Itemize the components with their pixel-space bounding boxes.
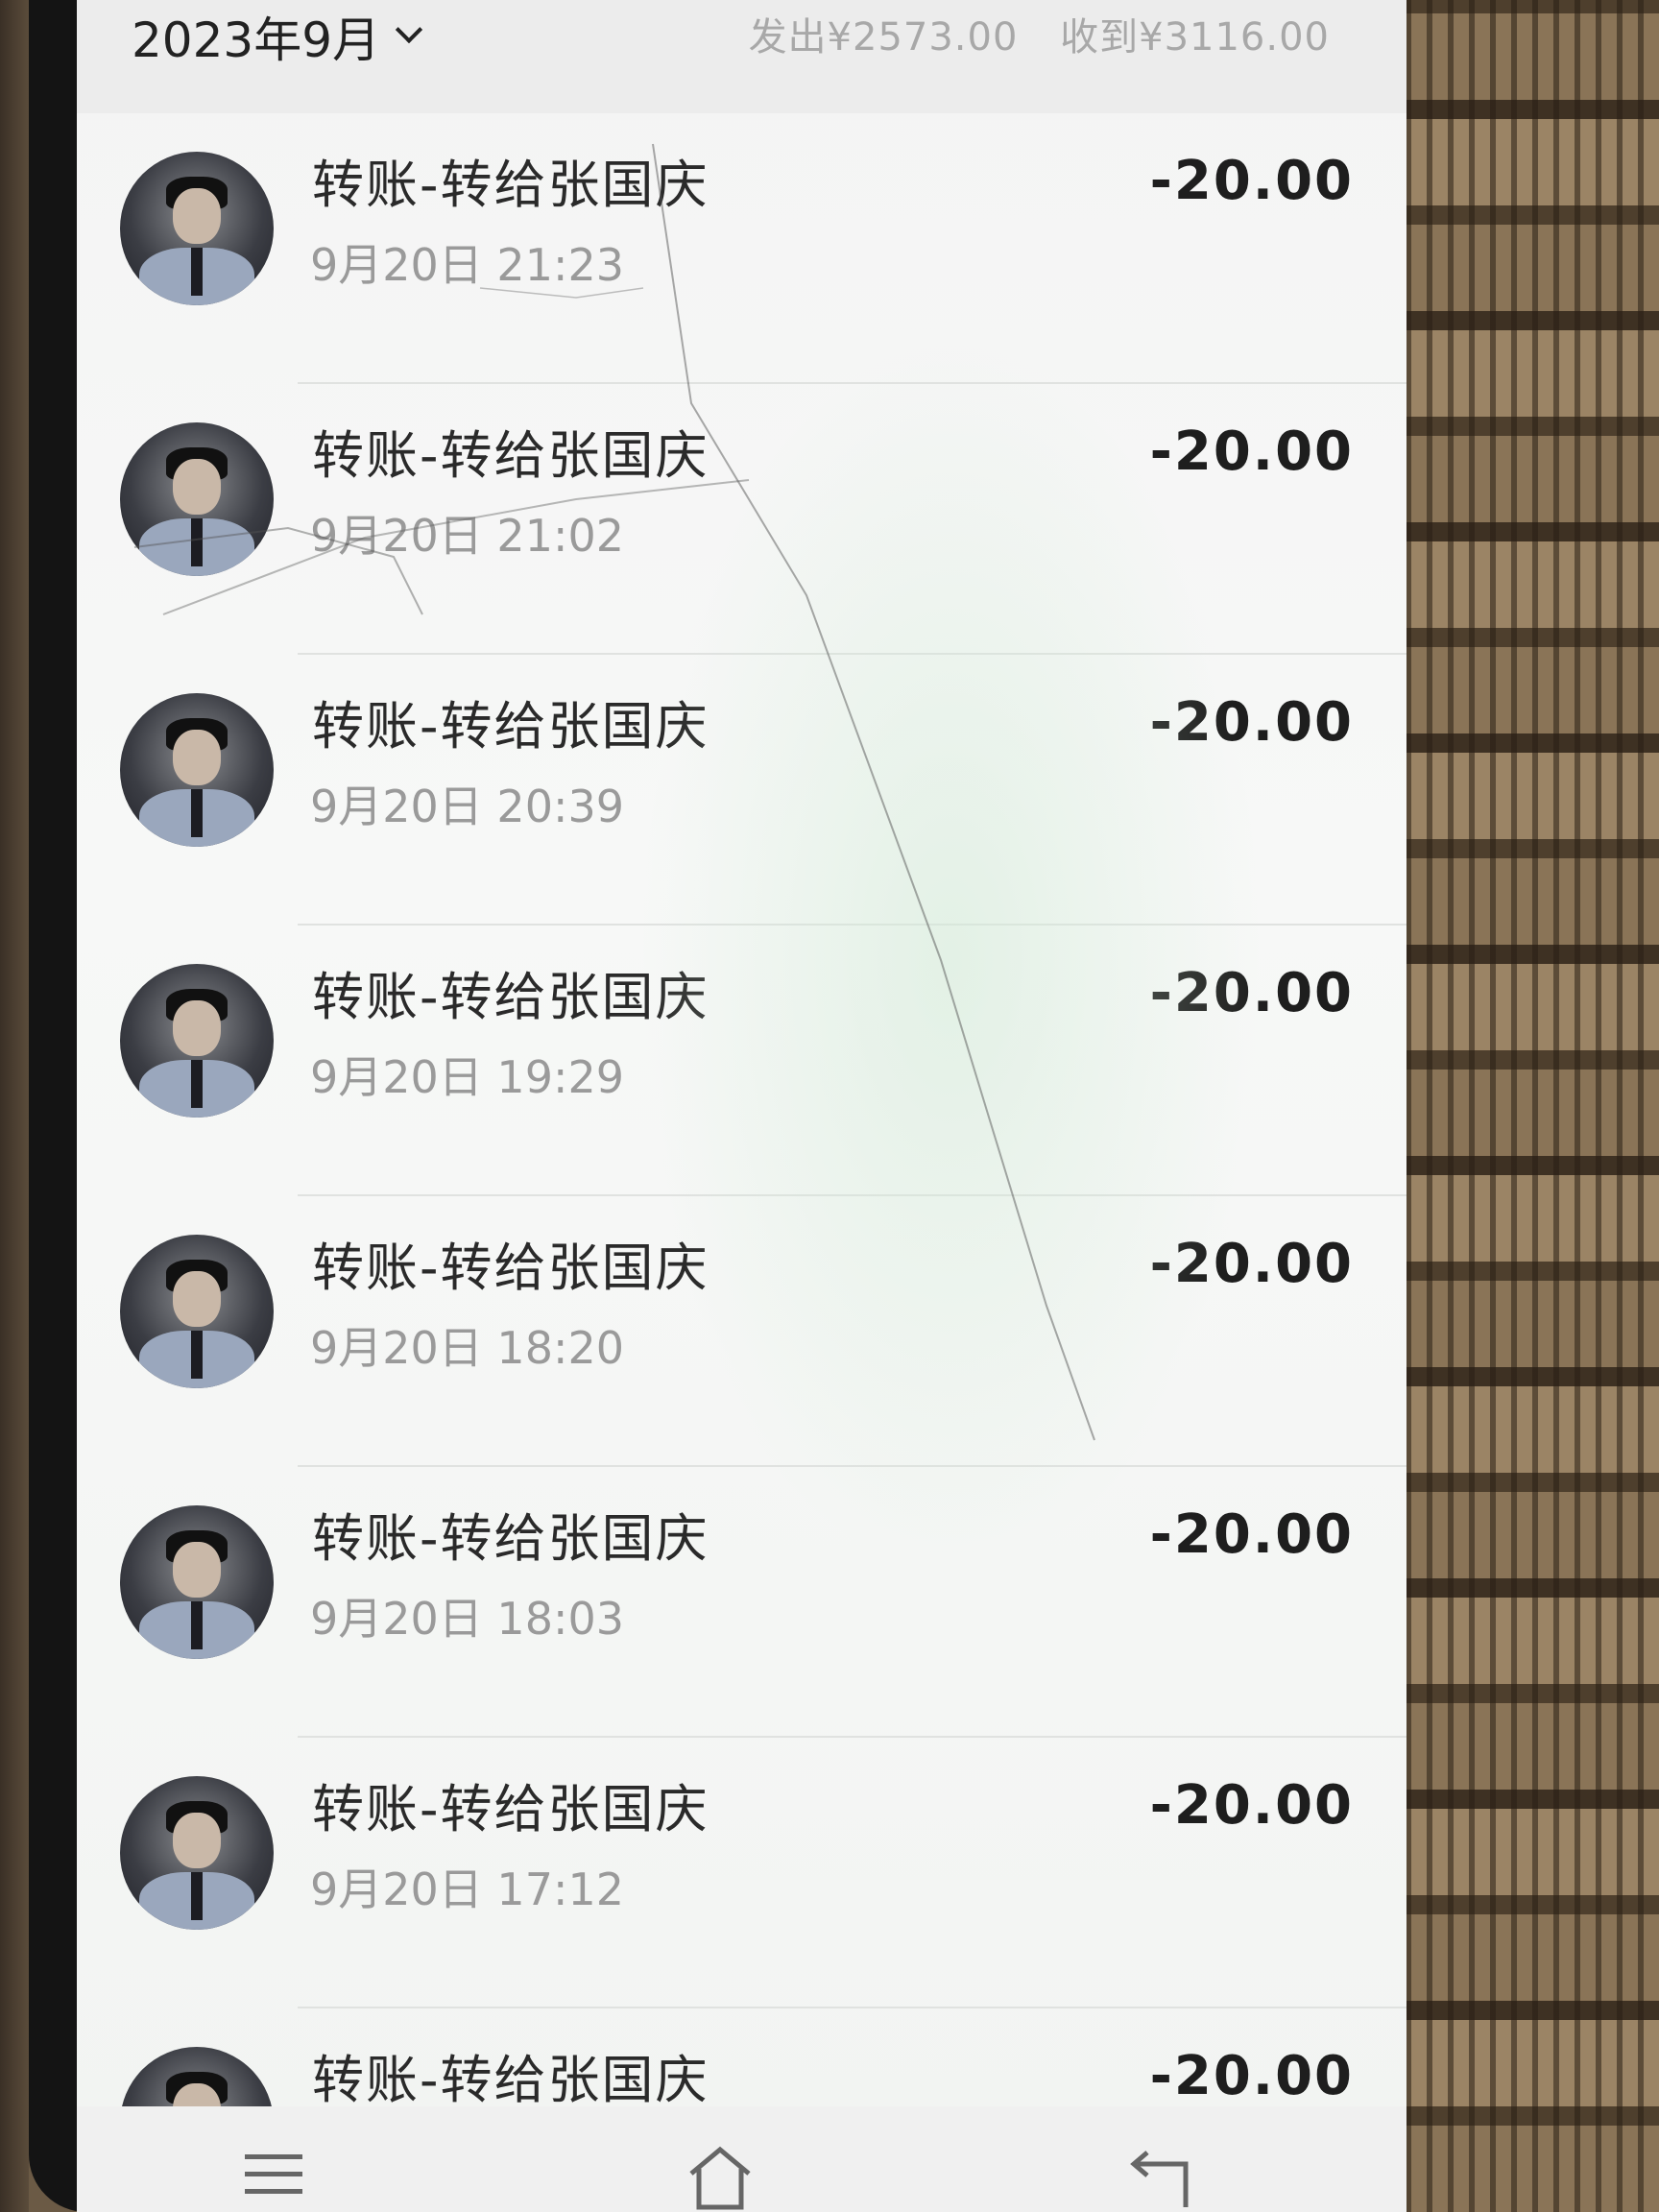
chevron-down-icon xyxy=(395,15,423,44)
transaction-time: 9月20日 21:02 xyxy=(310,510,624,562)
avatar xyxy=(120,1235,274,1388)
month-label: 2023年9月 xyxy=(132,12,381,68)
transaction-row[interactable]: 转账-转给张国庆 9月20日 20:39 -20.00 xyxy=(77,655,1407,926)
month-selector[interactable]: 2023年9月 xyxy=(132,2,423,71)
transaction-time: 9月20日 18:03 xyxy=(310,1593,624,1645)
transaction-title: 转账-转给张国庆 xyxy=(312,425,709,486)
transaction-list: 转账-转给张国庆 9月20日 21:23 -20.00 转账-转给张国庆 9月2… xyxy=(77,113,1407,2212)
transaction-title: 转账-转给张国庆 xyxy=(312,967,709,1027)
transaction-amount: -20.00 xyxy=(1149,1774,1354,1837)
transaction-amount: -20.00 xyxy=(1149,1503,1354,1566)
transaction-time: 9月20日 21:23 xyxy=(310,239,624,291)
transaction-amount: -20.00 xyxy=(1149,1233,1354,1295)
home-icon[interactable] xyxy=(682,2135,758,2212)
transaction-time: 9月20日 18:20 xyxy=(310,1322,624,1374)
received-total: 收到¥3116.00 xyxy=(1060,15,1330,60)
transaction-title: 转账-转给张国庆 xyxy=(312,1238,709,1298)
month-summary: 发出¥2573.00 收到¥3116.00 xyxy=(720,6,1330,61)
avatar xyxy=(120,693,274,847)
avatar xyxy=(120,422,274,576)
transaction-title: 转账-转给张国庆 xyxy=(312,1508,709,1569)
menu-icon[interactable] xyxy=(235,2135,312,2212)
transaction-row[interactable]: 转账-转给张国庆 9月20日 18:20 -20.00 xyxy=(77,1196,1407,1467)
phone-frame: 2023年9月 发出¥2573.00 收到¥3116.00 转账-转给张国庆 9… xyxy=(29,0,1407,2212)
avatar xyxy=(120,152,274,305)
avatar xyxy=(120,1505,274,1659)
transaction-row[interactable]: 转账-转给张国庆 9月20日 21:02 -20.00 xyxy=(77,384,1407,655)
background-surface xyxy=(0,0,29,2212)
transaction-amount: -20.00 xyxy=(1149,2045,1354,2107)
transaction-row[interactable]: 转账-转给张国庆 9月20日 17:12 -20.00 xyxy=(77,1738,1407,2008)
bill-header: 2023年9月 发出¥2573.00 收到¥3116.00 xyxy=(77,0,1407,113)
transaction-amount: -20.00 xyxy=(1149,150,1354,212)
transaction-time: 9月20日 20:39 xyxy=(310,781,624,832)
back-icon[interactable] xyxy=(1118,2135,1195,2212)
transaction-amount: -20.00 xyxy=(1149,421,1354,483)
transaction-title: 转账-转给张国庆 xyxy=(312,696,709,757)
transaction-amount: -20.00 xyxy=(1149,691,1354,754)
transaction-title: 转账-转给张国庆 xyxy=(312,155,709,215)
sent-total: 发出¥2573.00 xyxy=(748,15,1019,60)
transaction-row[interactable]: 转账-转给张国庆 9月20日 19:29 -20.00 xyxy=(77,926,1407,1196)
transaction-row[interactable]: 转账-转给张国庆 9月20日 21:23 -20.00 xyxy=(77,113,1407,384)
woven-mat-background xyxy=(1363,0,1659,2212)
avatar xyxy=(120,964,274,1118)
transaction-time: 9月20日 19:29 xyxy=(310,1051,624,1103)
phone-screen: 2023年9月 发出¥2573.00 收到¥3116.00 转账-转给张国庆 9… xyxy=(77,0,1407,2212)
transaction-time: 9月20日 17:12 xyxy=(310,1863,624,1915)
transaction-amount: -20.00 xyxy=(1149,962,1354,1024)
system-navbar xyxy=(77,2106,1407,2212)
transaction-title: 转账-转给张国庆 xyxy=(312,2050,709,2110)
transaction-title: 转账-转给张国庆 xyxy=(312,1779,709,1839)
transaction-row[interactable]: 转账-转给张国庆 9月20日 18:03 -20.00 xyxy=(77,1467,1407,1738)
avatar xyxy=(120,1776,274,1930)
